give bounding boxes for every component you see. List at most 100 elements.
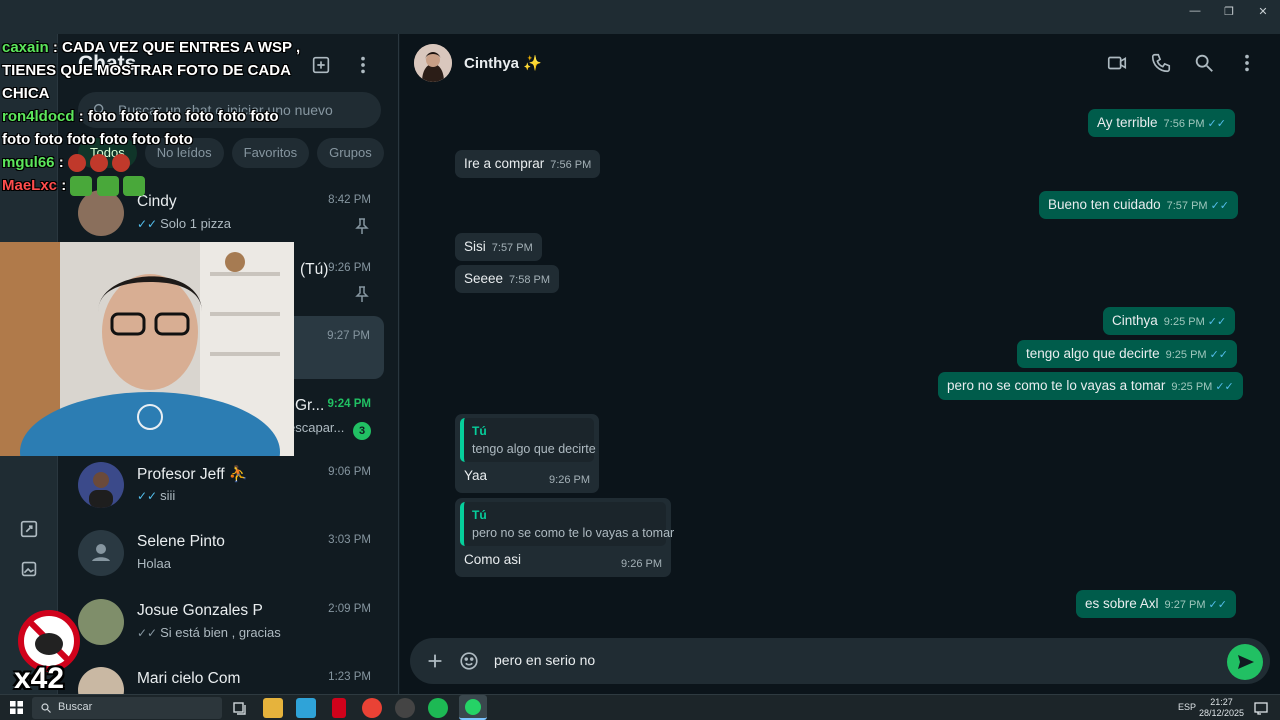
minimize-button[interactable]: —: [1178, 0, 1212, 22]
chrome-icon[interactable]: [362, 698, 382, 718]
search-icon: [41, 703, 51, 713]
windows-start-icon[interactable]: [10, 701, 23, 714]
quoted-message[interactable]: Tú tengo algo que decirte: [460, 418, 596, 462]
counter-text: x42: [14, 662, 65, 695]
read-ticks-icon: ✓✓: [1210, 200, 1230, 212]
app-icon[interactable]: [395, 698, 415, 718]
sticker-counter-overlay: x42: [14, 610, 84, 695]
chat-preview: ✓✓ siii: [137, 488, 176, 503]
new-chat-icon[interactable]: [310, 54, 332, 76]
avatar: [78, 599, 124, 645]
whatsapp-taskbar-icon[interactable]: [459, 695, 487, 720]
message-incoming-reply[interactable]: Tú pero no se como te lo vayas a tomar C…: [455, 498, 675, 577]
message-incoming[interactable]: Seeee 7:58 PM: [455, 265, 560, 293]
emote-icon: [122, 176, 145, 197]
message-outgoing[interactable]: Ay terrible 7:56 PM ✓✓: [1088, 109, 1235, 137]
chat-name: Mari cielo Com: [137, 670, 241, 687]
emote-icon: [90, 154, 109, 173]
conversation-menu-icon[interactable]: [1236, 52, 1258, 74]
language-indicator[interactable]: ESP: [1178, 702, 1196, 712]
chat-preview: ✓✓ Si está bien , gracias: [137, 625, 281, 640]
chat-time: 9:26 PM: [328, 262, 371, 274]
send-button[interactable]: [1227, 644, 1263, 680]
chat-name: Josue Gonzales P: [137, 602, 263, 619]
chat-time: 9:24 PM: [327, 398, 371, 410]
contact-avatar[interactable]: [414, 44, 452, 82]
taskbar: Buscar ESP 21:27 28/12/2025: [0, 694, 1280, 720]
quoted-message[interactable]: Tú pero no se como te lo vayas a tomar: [460, 502, 675, 546]
search-icon[interactable]: [1193, 52, 1215, 74]
overlay-chat-line: mgul66 :: [2, 151, 302, 174]
chat-time: 3:03 PM: [328, 534, 371, 546]
video-call-icon[interactable]: [1106, 52, 1128, 74]
media-icon[interactable]: [18, 558, 40, 580]
overlay-chat-line: ron4ldocd : foto foto foto foto foto fot…: [2, 108, 279, 148]
pin-icon: [355, 286, 369, 302]
voice-call-icon[interactable]: [1150, 52, 1172, 74]
message-outgoing[interactable]: Bueno ten cuidado 7:57 PM ✓✓: [1039, 191, 1239, 219]
taskbar-search[interactable]: Buscar: [32, 697, 222, 719]
avatar: [78, 667, 124, 694]
spotify-icon[interactable]: [428, 698, 448, 718]
chat-time: 1:23 PM: [328, 671, 371, 683]
maximize-button[interactable]: ❐: [1212, 0, 1246, 22]
message-incoming[interactable]: Sisi 7:57 PM: [455, 233, 542, 261]
filter-groups[interactable]: Grupos: [317, 138, 384, 168]
avatar: [78, 462, 124, 508]
conversation-panel: Cinthya ✨ Ay terrible 7:56 PM ✓✓ Ire a com…: [400, 34, 1280, 694]
read-ticks-icon: ✓✓: [1208, 599, 1227, 611]
read-ticks-icon: ✓✓: [137, 217, 158, 231]
message-outgoing[interactable]: pero no se como te lo vayas a tomar 9:25 …: [938, 372, 1243, 400]
chat-name: (Tú): [300, 261, 329, 278]
menu-icon[interactable]: [352, 54, 374, 76]
clock[interactable]: 21:27 28/12/2025: [1199, 697, 1244, 719]
taskbar-search-label: Buscar: [58, 701, 93, 713]
chat-list-item[interactable]: Selene Pinto 3:03 PM Holaa: [58, 520, 399, 588]
attach-plus-icon[interactable]: [424, 650, 446, 672]
chat-name: Profesor Jeff ⛹: [137, 466, 249, 483]
message-input[interactable]: pero en serio no: [494, 652, 595, 668]
title-bar: — ❐ ✕: [0, 0, 1280, 34]
delivered-ticks-icon: ✓✓: [137, 626, 158, 640]
message-outgoing[interactable]: Cinthya 9:25 PM ✓✓: [1103, 307, 1236, 335]
chat-preview: ✓✓ Solo 1 pizza: [137, 216, 231, 231]
chat-time: 2:09 PM: [328, 603, 371, 615]
chat-time: 8:42 PM: [328, 194, 371, 206]
chat-name: Gr...: [295, 397, 325, 414]
close-button[interactable]: ✕: [1246, 0, 1280, 22]
emote-icon: [112, 154, 131, 173]
read-ticks-icon: ✓✓: [1209, 349, 1229, 361]
pin-icon: [355, 218, 369, 234]
chat-list-item[interactable]: Profesor Jeff ⛹ 9:06 PM ✓✓ siii: [58, 452, 399, 520]
message-composer[interactable]: pero en serio no: [410, 638, 1270, 684]
chat-list-item[interactable]: Mari cielo Com 1:23 PM: [58, 657, 399, 694]
chat-list-item[interactable]: Josue Gonzales P 2:09 PM ✓✓ Si está bien …: [58, 589, 399, 657]
emote-icon: [96, 176, 119, 197]
send-icon: [1238, 655, 1254, 669]
message-incoming[interactable]: Ire a comprar 7:56 PM: [455, 150, 601, 178]
message-outgoing[interactable]: es sobre Axl 9:27 PM ✓✓: [1076, 590, 1236, 618]
read-ticks-icon: ✓✓: [137, 489, 158, 503]
overlay-chat-line: MaeLxc :: [2, 174, 302, 197]
unread-badge: 3: [353, 422, 371, 440]
new-status-icon[interactable]: [18, 518, 40, 540]
quote-text: pero no se como te lo vayas a tomar: [472, 526, 675, 540]
app-icon[interactable]: [296, 698, 316, 718]
chat-preview: Holaa: [137, 556, 171, 571]
webcam-overlay: [0, 242, 294, 456]
chat-preview: escapar...: [288, 420, 345, 435]
message-outgoing[interactable]: tengo algo que decirte 9:25 PM ✓✓: [1017, 340, 1238, 368]
notifications-icon[interactable]: [1254, 701, 1268, 715]
emoji-sticker-icon[interactable]: [458, 650, 480, 672]
conversation-header: Cinthya ✨: [400, 34, 1280, 92]
contact-name[interactable]: Cinthya ✨: [464, 54, 542, 72]
message-incoming-reply[interactable]: Tú tengo algo que decirte Yaa 9:26 PM: [455, 414, 599, 493]
file-explorer-icon[interactable]: [263, 698, 283, 718]
overlay-chat-line: caxain : CADA VEZ QUE ENTRES A WSP , TIE…: [2, 39, 301, 102]
app-icon[interactable]: [332, 698, 346, 718]
read-ticks-icon: ✓✓: [1207, 316, 1227, 328]
task-view-icon[interactable]: [230, 698, 250, 718]
stream-chat-overlay: caxain : CADA VEZ QUE ENTRES A WSP , TIE…: [2, 36, 302, 197]
emote-icon: [70, 176, 93, 197]
emote-icon: [67, 154, 86, 173]
